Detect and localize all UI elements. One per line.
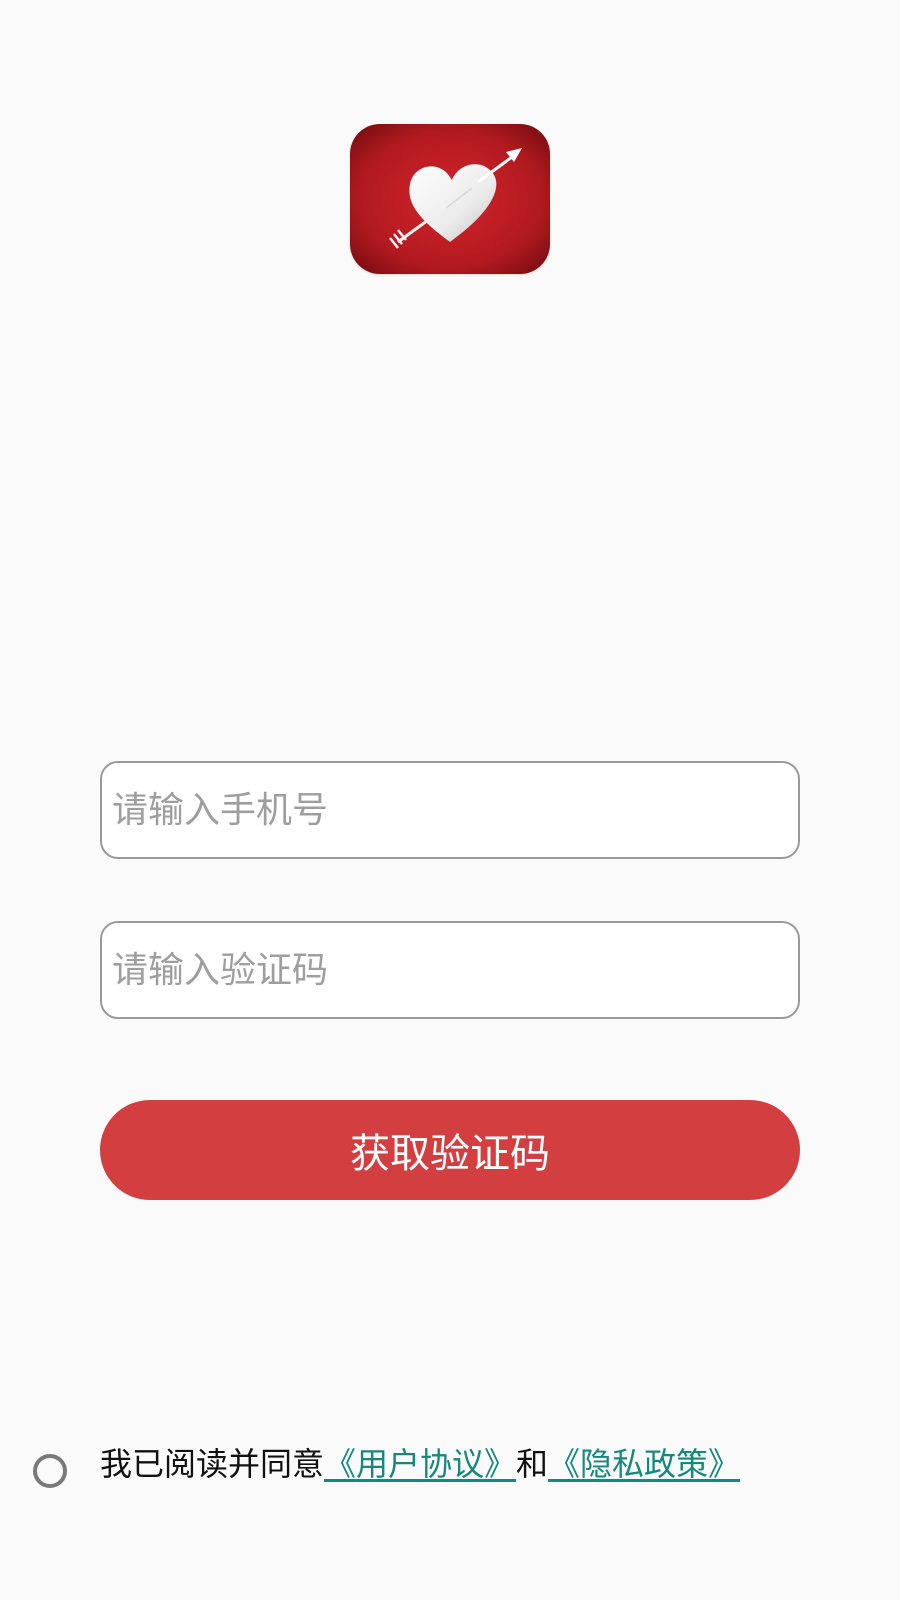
app-logo <box>350 124 550 274</box>
user-agreement-link[interactable]: 《用户协议》 <box>324 1445 516 1483</box>
agreement-row: 我已阅读并同意《用户协议》和《隐私政策》 <box>0 1440 900 1500</box>
heart-arrow-icon <box>350 124 550 274</box>
get-verification-code-button[interactable]: 获取验证码 <box>100 1100 800 1200</box>
privacy-policy-link[interactable]: 《隐私政策》 <box>548 1445 740 1483</box>
login-screen: 获取验证码 我已阅读并同意《用户协议》和《隐私政策》 <box>0 0 900 1600</box>
agreement-text: 我已阅读并同意《用户协议》和《隐私政策》 <box>100 1442 740 1486</box>
agree-radio-button[interactable] <box>33 1454 67 1488</box>
phone-input[interactable] <box>100 761 800 859</box>
agreement-and: 和 <box>516 1445 549 1483</box>
verification-code-input[interactable] <box>100 921 800 1019</box>
agreement-prefix: 我已阅读并同意 <box>100 1445 325 1483</box>
